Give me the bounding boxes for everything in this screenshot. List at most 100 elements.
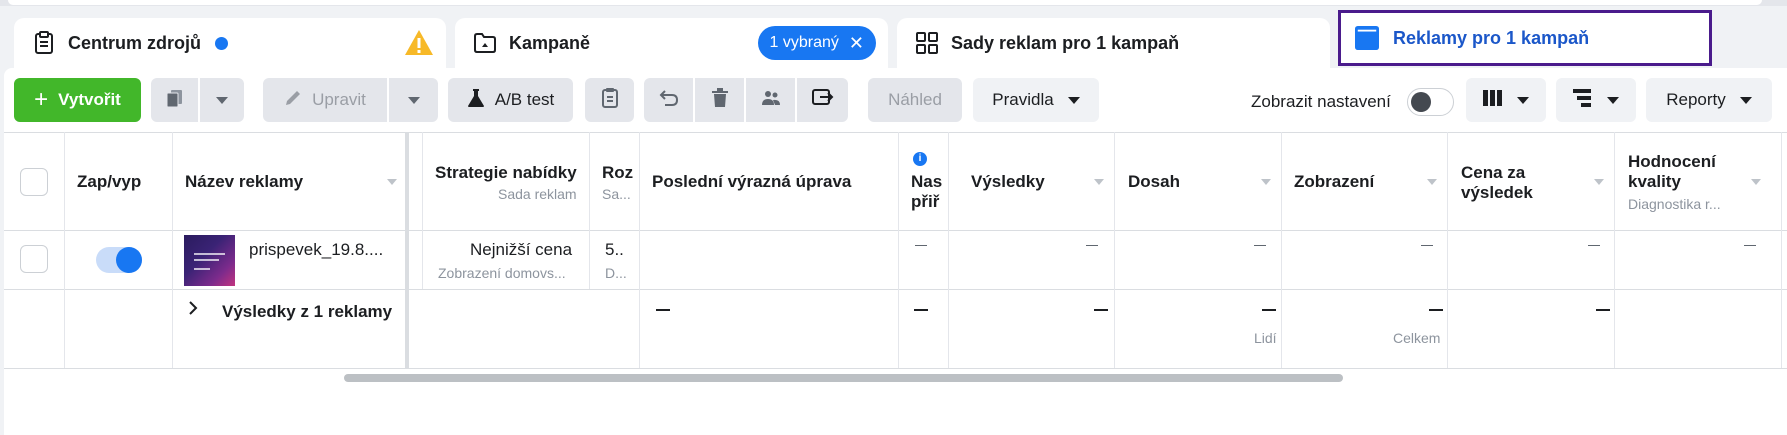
col-divider [1281, 132, 1282, 368]
reach-empty [1254, 245, 1266, 246]
col-divider [948, 132, 949, 368]
ads-table: Zap/vyp Název reklamy Strategie nabídky … [4, 132, 1787, 390]
clipboard-icon [601, 87, 619, 114]
rules-label: Pravidla [992, 90, 1054, 109]
last-edit-summary [656, 309, 670, 311]
sort-icon[interactable] [1427, 179, 1437, 185]
thumbnail-text-line [194, 268, 210, 270]
top-strip-inner [8, 0, 1762, 5]
warning-icon[interactable] [404, 29, 434, 61]
sort-icon[interactable] [1094, 179, 1104, 185]
row-border [4, 289, 1787, 290]
col-header-quality-line2: kvality [1628, 172, 1681, 191]
col-header-results[interactable]: Výsledky [971, 172, 1045, 192]
ad-name-link[interactable]: prispevek_19.8.... [249, 240, 383, 260]
edit-dropdown[interactable] [389, 78, 438, 122]
columns-button[interactable] [1466, 78, 1546, 122]
sort-icon[interactable] [387, 179, 397, 185]
tab-ad-sets[interactable]: Sady reklam pro 1 kampaň [897, 18, 1330, 68]
reports-button[interactable]: Reporty [1646, 78, 1772, 122]
close-icon[interactable]: ✕ [849, 33, 864, 54]
col-header-budget[interactable]: Roz [602, 163, 633, 183]
col-header-last-edit[interactable]: Poslední výrazná úprava [652, 172, 851, 192]
selection-chip-label: 1 vybraný [769, 34, 839, 51]
col-divider [898, 132, 899, 368]
tab-campaigns[interactable]: Kampaně 1 vybraný ✕ [455, 18, 888, 68]
people-icon [761, 89, 781, 112]
clipboard-icon [32, 31, 56, 55]
rules-button[interactable]: Pravidla [973, 78, 1099, 122]
notification-dot [215, 36, 228, 50]
show-settings-toggle[interactable] [1407, 88, 1454, 116]
col-divider [589, 132, 590, 289]
tab-resource-center[interactable]: Centrum zdrojů [14, 18, 446, 68]
col-header-reach[interactable]: Dosah [1128, 172, 1180, 192]
col-header-impressions[interactable]: Zobrazení [1294, 172, 1374, 192]
col-divider [64, 132, 65, 368]
sort-icon[interactable] [1261, 179, 1271, 185]
ad-status-toggle[interactable] [96, 247, 142, 273]
chevron-down-icon [407, 96, 420, 104]
summary-border [4, 368, 1787, 369]
ab-test-label: A/B test [494, 90, 555, 109]
toggle-knob [116, 247, 142, 273]
results-summary [1094, 309, 1108, 311]
chevron-down-icon [1067, 96, 1080, 104]
chevron-down-icon [1739, 96, 1752, 104]
duplicate-icon [165, 88, 185, 113]
col-header-onoff[interactable]: Zap/vyp [77, 172, 145, 192]
create-button[interactable]: + Vytvořit [14, 78, 141, 122]
col-header-cost-per-result[interactable]: Cena za [1461, 163, 1525, 183]
duplicate-button[interactable] [151, 78, 198, 122]
attribution-empty [915, 245, 927, 246]
paste-button[interactable] [585, 78, 634, 122]
ad-thumbnail[interactable] [184, 235, 235, 286]
preview-label: Náhled [888, 90, 942, 109]
ab-test-button[interactable]: A/B test [448, 78, 573, 122]
preview-button[interactable]: Náhled [868, 78, 962, 122]
col-divider [639, 132, 640, 368]
tab-label: Kampaně [509, 32, 591, 53]
col-header-cost-per-result-line2: výsledek [1461, 183, 1533, 202]
expand-chevron-icon[interactable] [188, 300, 198, 320]
impressions-empty [1421, 245, 1433, 246]
undo-button[interactable] [644, 78, 693, 122]
thumbnail-text-line [194, 253, 225, 255]
row-checkbox[interactable] [20, 245, 48, 273]
sort-icon[interactable] [1751, 179, 1761, 185]
audience-button[interactable] [746, 78, 795, 122]
col-header-ad-name[interactable]: Název reklamy [185, 172, 303, 192]
sort-icon[interactable] [1594, 179, 1604, 185]
col-header-attribution[interactable]: Nas [911, 172, 942, 192]
table-top-border [4, 132, 1787, 133]
selection-chip[interactable]: 1 vybraný ✕ [757, 26, 876, 60]
trash-icon [711, 87, 729, 113]
edit-button[interactable]: Upravit [263, 78, 387, 122]
impressions-summary-sub: Celkem [1393, 330, 1441, 346]
toolbar: + Vytvořit Upravit A/B test Náhled Pravi… [4, 68, 1787, 132]
col-header-quality[interactable]: Hodnocení [1628, 152, 1716, 172]
frozen-divider [405, 132, 409, 368]
tab-ads[interactable]: Reklamy pro 1 kampaň [1338, 10, 1712, 66]
horizontal-scrollbar[interactable] [344, 374, 1343, 382]
tab-label: Reklamy pro 1 kampaň [1393, 27, 1590, 48]
reports-label: Reporty [1666, 90, 1726, 109]
summary-label: Výsledky z 1 reklamy [222, 302, 393, 321]
folder-icon [473, 31, 497, 55]
col-header-attribution-line2: přiř [911, 192, 940, 211]
tab-label: Sady reklam pro 1 kampaň [951, 32, 1180, 53]
select-all-checkbox[interactable] [20, 168, 48, 196]
info-icon[interactable]: i [913, 152, 927, 166]
breakdown-button[interactable] [1556, 78, 1636, 122]
export-button[interactable] [797, 78, 848, 122]
duplicate-dropdown[interactable] [200, 78, 244, 122]
col-header-bid-strategy[interactable]: Strategie nabídky [435, 163, 577, 183]
attribution-summary [914, 309, 928, 311]
budget-value: 5.. [605, 240, 624, 259]
undo-icon [659, 89, 679, 112]
create-label: Vytvořit [58, 90, 121, 109]
header-border [4, 230, 1787, 231]
col-divider [1781, 132, 1782, 368]
delete-button[interactable] [695, 78, 744, 122]
bid-strategy-sub: Zobrazení domovs... [438, 265, 566, 281]
